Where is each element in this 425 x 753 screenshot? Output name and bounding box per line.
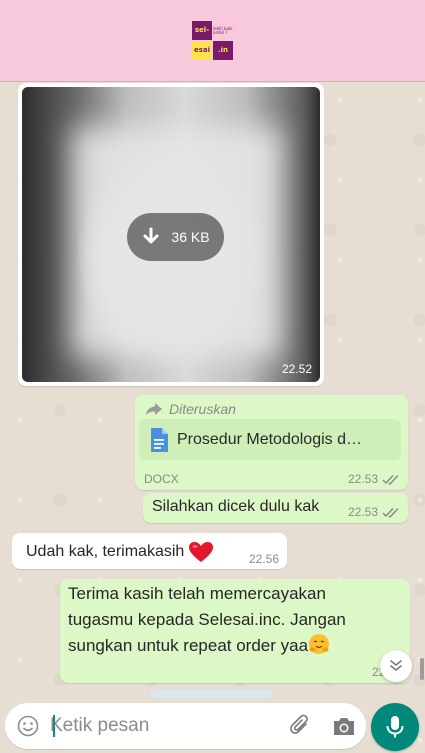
message-text: Terima kasih telah memercayakan tugasmu … bbox=[68, 584, 346, 655]
blurred-image-preview[interactable]: 36 KB 22.52 bbox=[22, 87, 320, 382]
emoji-icon[interactable] bbox=[17, 715, 39, 737]
voice-record-button[interactable] bbox=[371, 703, 419, 751]
message-meta: 22.56 bbox=[249, 552, 279, 566]
document-card[interactable]: Prosedur Metodologis d… bbox=[139, 419, 401, 460]
message-content: Udah kak, terimakasih bbox=[26, 541, 214, 563]
logo-cell-bottom-left: esai bbox=[192, 41, 212, 60]
mic-icon bbox=[386, 716, 404, 738]
outgoing-message[interactable]: Terima kasih telah memercayakan tugasmu … bbox=[60, 579, 410, 683]
message-content: Terima kasih telah memercayakan tugasmu … bbox=[68, 581, 368, 659]
camera-icon[interactable] bbox=[332, 716, 356, 736]
heart-emoji bbox=[189, 542, 214, 562]
forwarded-text: Diteruskan bbox=[169, 401, 236, 417]
logo-cell-top-left: sel- bbox=[192, 21, 212, 40]
message-meta: 22.53 bbox=[348, 472, 400, 486]
scroll-to-bottom-button[interactable] bbox=[380, 650, 412, 682]
chevron-down-icon bbox=[390, 660, 402, 671]
scrollbar[interactable] bbox=[420, 658, 424, 680]
download-button[interactable]: 36 KB bbox=[127, 213, 224, 261]
attach-icon[interactable] bbox=[289, 714, 311, 738]
double-check-icon bbox=[382, 474, 399, 485]
logo-cell-top-right: lebih baik ambil ? bbox=[213, 21, 233, 40]
message-composer bbox=[5, 703, 366, 749]
download-icon bbox=[143, 227, 159, 244]
hugging-emoji bbox=[309, 634, 330, 654]
message-time: 22.53 bbox=[347, 505, 378, 519]
message-time: 22.52 bbox=[281, 362, 312, 376]
message-text: Silahkan dicek dulu kak bbox=[152, 498, 320, 515]
date-chip bbox=[150, 690, 272, 698]
download-size: 36 KB bbox=[171, 229, 210, 245]
document-type: DOCX bbox=[144, 472, 179, 486]
text-caret bbox=[53, 715, 55, 737]
document-icon bbox=[151, 427, 168, 452]
incoming-message[interactable]: Udah kak, terimakasih 22.56 bbox=[12, 533, 287, 569]
message-text: Udah kak, terimakasih bbox=[26, 543, 185, 560]
double-check-icon bbox=[382, 507, 399, 518]
brand-logo: sel- lebih baik ambil ? esai .in bbox=[192, 21, 233, 60]
logo-cell-bottom-right: .in bbox=[213, 41, 233, 60]
forwarded-label: Diteruskan bbox=[145, 401, 236, 417]
message-time: 22.53 bbox=[347, 472, 378, 486]
forward-icon bbox=[146, 403, 162, 416]
message-time: 22.56 bbox=[248, 552, 279, 566]
forwarded-document-message[interactable]: Diteruskan Prosedur Metodologis d… DOCX … bbox=[135, 395, 408, 490]
message-meta: 22.53 bbox=[348, 505, 400, 519]
document-name: Prosedur Metodologis d… bbox=[177, 430, 362, 448]
image-message[interactable]: 36 KB 22.52 bbox=[18, 83, 324, 386]
message-input[interactable] bbox=[50, 711, 270, 741]
app-header: sel- lebih baik ambil ? esai .in bbox=[0, 0, 425, 82]
outgoing-message[interactable]: Silahkan dicek dulu kak 22.53 bbox=[143, 493, 408, 523]
